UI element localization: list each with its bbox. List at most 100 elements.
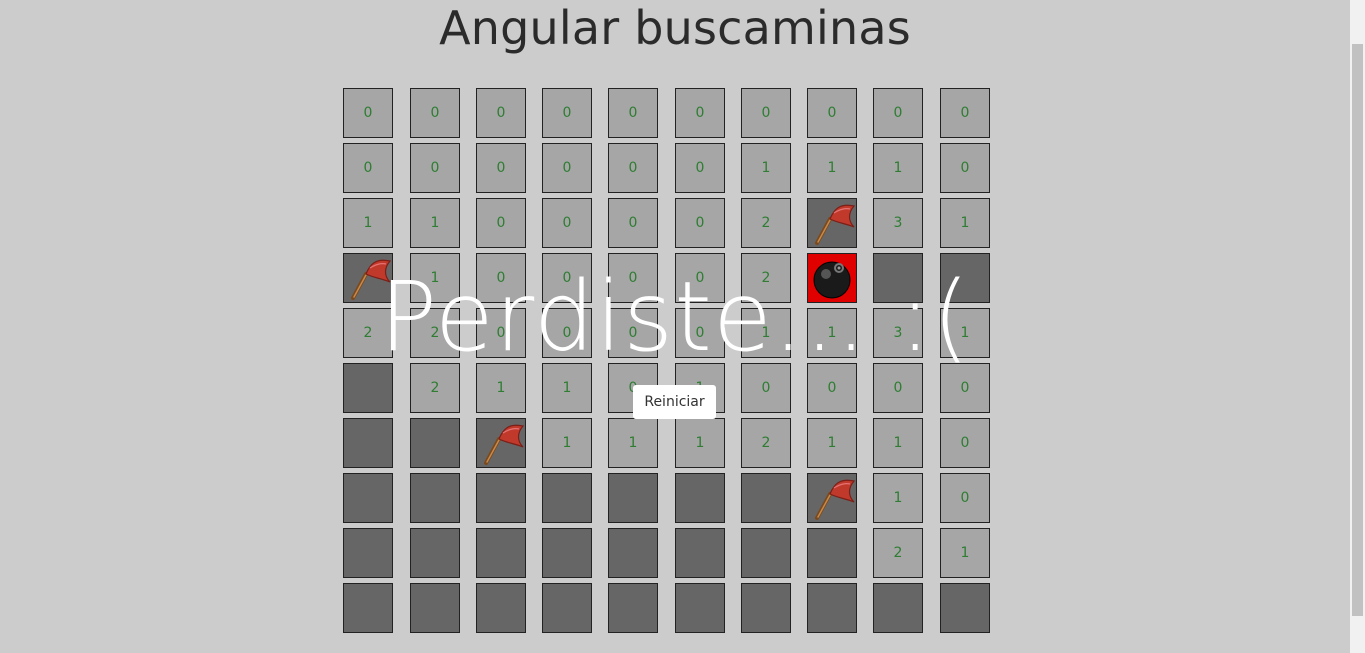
cell-open[interactable]: 1 bbox=[807, 143, 857, 193]
cell-open[interactable]: 1 bbox=[741, 143, 791, 193]
cell-closed[interactable] bbox=[476, 583, 526, 633]
cell-open[interactable]: 1 bbox=[807, 418, 857, 468]
cell-open[interactable]: 1 bbox=[410, 198, 460, 248]
cell-bomb[interactable] bbox=[807, 253, 857, 303]
cell-open[interactable]: 2 bbox=[410, 308, 460, 358]
cell-open[interactable]: 1 bbox=[741, 308, 791, 358]
cell-closed[interactable] bbox=[873, 253, 923, 303]
cell-closed[interactable] bbox=[343, 473, 393, 523]
cell-open[interactable]: 0 bbox=[741, 88, 791, 138]
cell-open[interactable]: 2 bbox=[741, 198, 791, 248]
cell-flagged[interactable] bbox=[343, 253, 393, 303]
cell-closed[interactable] bbox=[807, 583, 857, 633]
cell-closed[interactable] bbox=[410, 418, 460, 468]
cell-open[interactable]: 0 bbox=[873, 363, 923, 413]
restart-button[interactable]: Reiniciar bbox=[633, 385, 716, 419]
cell-open[interactable]: 1 bbox=[542, 363, 592, 413]
cell-closed[interactable] bbox=[343, 418, 393, 468]
cell-open[interactable]: 0 bbox=[343, 88, 393, 138]
cell-open[interactable]: 0 bbox=[542, 143, 592, 193]
cell-open[interactable]: 0 bbox=[476, 143, 526, 193]
cell-open[interactable]: 0 bbox=[608, 143, 658, 193]
cell-open[interactable]: 0 bbox=[675, 198, 725, 248]
cell-open[interactable]: 0 bbox=[940, 363, 990, 413]
cell-open[interactable]: 2 bbox=[873, 528, 923, 578]
cell-flagged[interactable] bbox=[476, 418, 526, 468]
cell-open[interactable]: 2 bbox=[410, 363, 460, 413]
cell-open[interactable]: 1 bbox=[807, 308, 857, 358]
cell-closed[interactable] bbox=[940, 253, 990, 303]
cell-closed[interactable] bbox=[741, 473, 791, 523]
cell-open[interactable]: 0 bbox=[608, 88, 658, 138]
cell-open[interactable]: 0 bbox=[940, 88, 990, 138]
cell-open[interactable]: 2 bbox=[343, 308, 393, 358]
cell-open[interactable]: 0 bbox=[873, 88, 923, 138]
cell-closed[interactable] bbox=[542, 528, 592, 578]
cell-open[interactable]: 0 bbox=[675, 143, 725, 193]
cell-open[interactable]: 0 bbox=[542, 198, 592, 248]
cell-open[interactable]: 1 bbox=[675, 418, 725, 468]
cell-open[interactable]: 0 bbox=[608, 308, 658, 358]
cell-open[interactable]: 0 bbox=[542, 308, 592, 358]
cell-open[interactable]: 1 bbox=[542, 418, 592, 468]
cell-closed[interactable] bbox=[410, 583, 460, 633]
cell-open[interactable]: 3 bbox=[873, 308, 923, 358]
cell-closed[interactable] bbox=[476, 473, 526, 523]
cell-open[interactable]: 2 bbox=[741, 418, 791, 468]
cell-open[interactable]: 0 bbox=[476, 253, 526, 303]
cell-closed[interactable] bbox=[608, 528, 658, 578]
cell-open[interactable]: 0 bbox=[940, 143, 990, 193]
cell-open[interactable]: 1 bbox=[873, 418, 923, 468]
cell-open[interactable]: 0 bbox=[675, 253, 725, 303]
cell-closed[interactable] bbox=[608, 583, 658, 633]
cell-open[interactable]: 0 bbox=[608, 253, 658, 303]
cell-open[interactable]: 2 bbox=[741, 253, 791, 303]
cell-closed[interactable] bbox=[542, 473, 592, 523]
cell-open[interactable]: 0 bbox=[807, 363, 857, 413]
cell-open[interactable]: 1 bbox=[873, 143, 923, 193]
cell-closed[interactable] bbox=[675, 528, 725, 578]
cell-open[interactable]: 0 bbox=[476, 88, 526, 138]
cell-closed[interactable] bbox=[741, 528, 791, 578]
cell-open[interactable]: 1 bbox=[940, 198, 990, 248]
cell-closed[interactable] bbox=[940, 583, 990, 633]
cell-closed[interactable] bbox=[675, 583, 725, 633]
cell-open[interactable]: 0 bbox=[410, 143, 460, 193]
cell-open[interactable]: 1 bbox=[940, 308, 990, 358]
vertical-scrollbar[interactable] bbox=[1350, 0, 1365, 653]
cell-open[interactable]: 1 bbox=[873, 473, 923, 523]
cell-closed[interactable] bbox=[343, 363, 393, 413]
cell-closed[interactable] bbox=[343, 583, 393, 633]
cell-closed[interactable] bbox=[608, 473, 658, 523]
cell-open[interactable]: 0 bbox=[410, 88, 460, 138]
cell-closed[interactable] bbox=[476, 528, 526, 578]
cell-closed[interactable] bbox=[343, 528, 393, 578]
cell-open[interactable]: 0 bbox=[940, 473, 990, 523]
cell-closed[interactable] bbox=[741, 583, 791, 633]
cell-open[interactable]: 0 bbox=[675, 88, 725, 138]
cell-open[interactable]: 1 bbox=[608, 418, 658, 468]
cell-closed[interactable] bbox=[542, 583, 592, 633]
cell-open[interactable]: 3 bbox=[873, 198, 923, 248]
cell-open[interactable]: 0 bbox=[940, 418, 990, 468]
cell-open[interactable]: 1 bbox=[343, 198, 393, 248]
cell-open[interactable]: 0 bbox=[476, 308, 526, 358]
cell-open[interactable]: 0 bbox=[675, 308, 725, 358]
cell-flagged[interactable] bbox=[807, 198, 857, 248]
cell-closed[interactable] bbox=[807, 528, 857, 578]
cell-open[interactable]: 0 bbox=[542, 88, 592, 138]
cell-open[interactable]: 1 bbox=[940, 528, 990, 578]
cell-open[interactable]: 1 bbox=[476, 363, 526, 413]
scrollbar-thumb[interactable] bbox=[1352, 44, 1363, 616]
cell-flagged[interactable] bbox=[807, 473, 857, 523]
cell-open[interactable]: 1 bbox=[410, 253, 460, 303]
cell-open[interactable]: 0 bbox=[741, 363, 791, 413]
cell-open[interactable]: 0 bbox=[343, 143, 393, 193]
cell-open[interactable]: 0 bbox=[608, 198, 658, 248]
cell-closed[interactable] bbox=[410, 473, 460, 523]
cell-open[interactable]: 0 bbox=[542, 253, 592, 303]
cell-open[interactable]: 0 bbox=[807, 88, 857, 138]
cell-closed[interactable] bbox=[873, 583, 923, 633]
cell-closed[interactable] bbox=[410, 528, 460, 578]
cell-closed[interactable] bbox=[675, 473, 725, 523]
